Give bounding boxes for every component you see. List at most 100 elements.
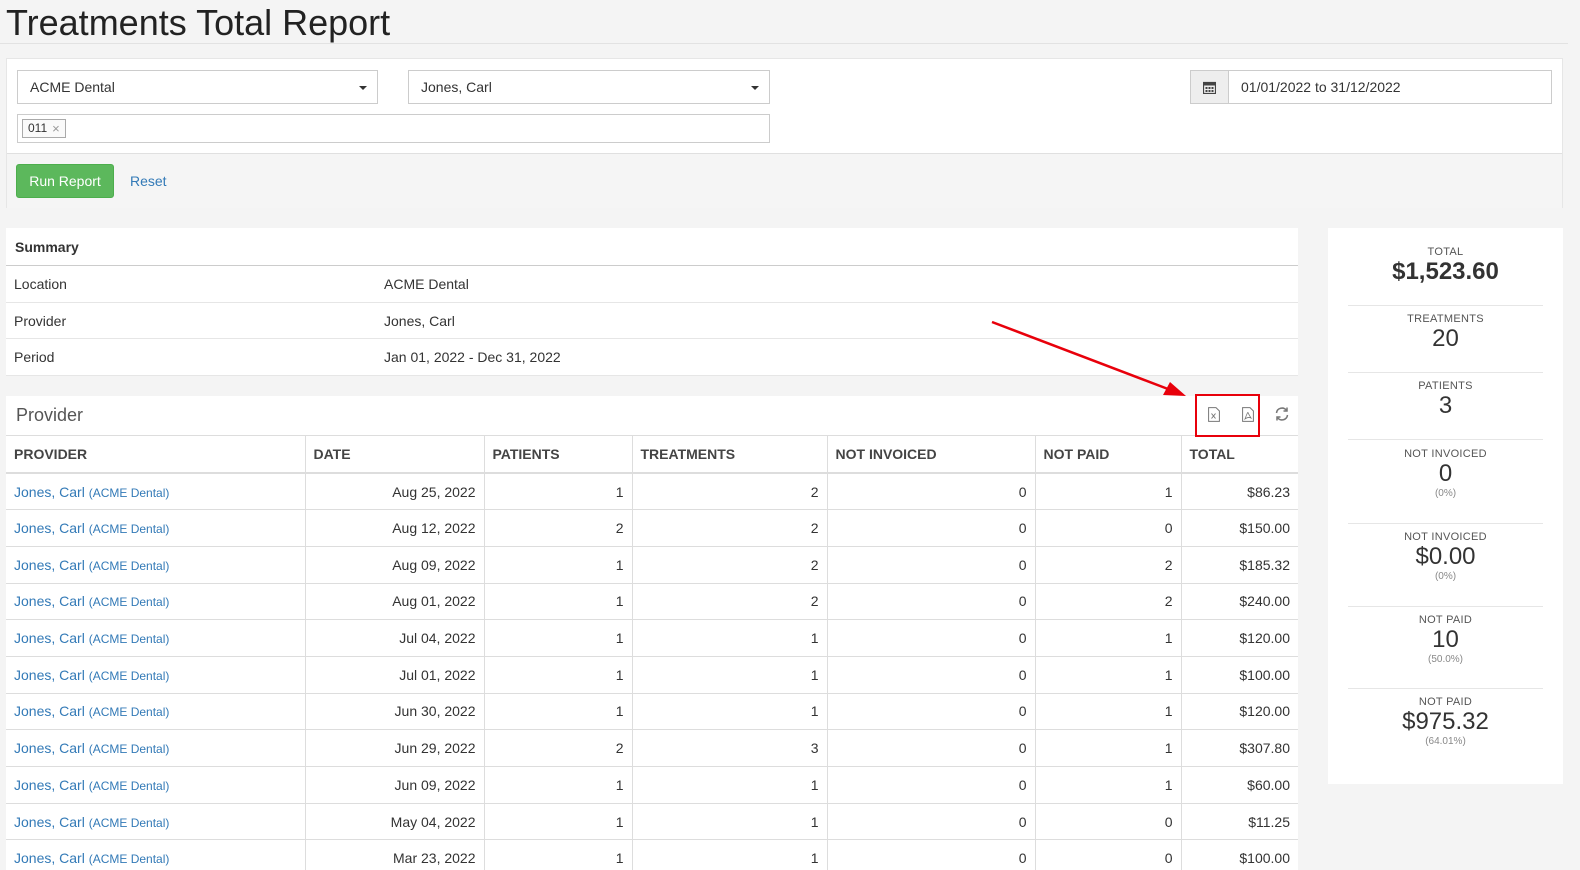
- summary-heading: Summary: [6, 228, 1298, 266]
- date-range-value: 01/01/2022 to 31/12/2022: [1241, 79, 1401, 95]
- provider-link[interactable]: Jones, Carl (ACME Dental): [14, 814, 169, 830]
- not-invoiced-cell: 0: [827, 473, 1036, 511]
- provider-link[interactable]: Jones, Carl (ACME Dental): [14, 484, 169, 500]
- close-icon[interactable]: ×: [52, 120, 60, 137]
- provider-cell: Jones, Carl (ACME Dental): [6, 729, 306, 767]
- provider-cell: Jones, Carl (ACME Dental): [6, 619, 306, 657]
- not-paid-cell: 1: [1035, 766, 1182, 804]
- location-select-value: ACME Dental: [30, 79, 115, 95]
- provider-link[interactable]: Jones, Carl (ACME Dental): [14, 520, 169, 536]
- column-header[interactable]: NOT PAID: [1035, 436, 1182, 474]
- column-header[interactable]: PROVIDER: [6, 436, 306, 474]
- not-invoiced-cell: 0: [827, 803, 1036, 841]
- stat-value: 20: [1432, 325, 1459, 352]
- patients-cell: 1: [484, 473, 633, 511]
- stat-block: TOTAL $1,523.60: [1348, 246, 1543, 306]
- total-cell: $100.00: [1181, 656, 1298, 694]
- table-row: Jones, Carl (ACME Dental) Jun 09, 2022 1…: [6, 766, 1298, 804]
- provider-link[interactable]: Jones, Carl (ACME Dental): [14, 557, 169, 573]
- stat-block: NOT INVOICED $0.00 (0%): [1348, 531, 1543, 607]
- summary-row: Period Jan 01, 2022 - Dec 31, 2022: [6, 339, 1298, 377]
- provider-name: Jones, Carl: [14, 740, 85, 757]
- summary-value: Jones, Carl: [384, 312, 455, 329]
- not-invoiced-cell: 0: [827, 766, 1036, 804]
- provider-cell: Jones, Carl (ACME Dental): [6, 803, 306, 841]
- patients-cell: 1: [484, 546, 633, 584]
- total-cell: $307.80: [1181, 729, 1298, 767]
- total-cell: $11.25: [1181, 803, 1298, 841]
- date-cell: Jul 01, 2022: [305, 656, 485, 694]
- tag-chip: 011 ×: [22, 119, 66, 138]
- location-select[interactable]: ACME Dental: [17, 70, 378, 104]
- provider-table: PROVIDER DATE PATIENTS TREATMENTS NOT INVOIC…: [6, 436, 1298, 870]
- not-paid-cell: 0: [1035, 509, 1182, 547]
- column-header[interactable]: PATIENTS: [484, 436, 633, 474]
- provider-cell: Jones, Carl (ACME Dental): [6, 473, 306, 511]
- stats-panel: TOTAL $1,523.60 TREATMENTS 20 PATIENTS 3…: [1328, 228, 1563, 784]
- table-row: Jones, Carl (ACME Dental) Jun 29, 2022 2…: [6, 729, 1298, 767]
- tag-input[interactable]: 011 ×: [17, 114, 770, 143]
- provider-select[interactable]: Jones, Carl: [408, 70, 770, 104]
- provider-location: (ACME Dental): [88, 742, 170, 757]
- run-report-button[interactable]: Run Report: [16, 164, 114, 198]
- table-row: Jones, Carl (ACME Dental) Jul 04, 2022 1…: [6, 619, 1298, 657]
- treatments-cell: 3: [632, 729, 828, 767]
- not-invoiced-cell: 0: [827, 729, 1036, 767]
- column-header[interactable]: TOTAL: [1181, 436, 1298, 474]
- stat-block: NOT PAID 10 (50.0%): [1348, 614, 1543, 689]
- column-header[interactable]: DATE: [305, 436, 485, 474]
- provider-name: Jones, Carl: [14, 630, 85, 647]
- summary-value: Jan 01, 2022 - Dec 31, 2022: [384, 349, 561, 366]
- provider-location: (ACME Dental): [88, 632, 170, 647]
- provider-link[interactable]: Jones, Carl (ACME Dental): [14, 630, 169, 646]
- stat-label: NOT INVOICED: [1404, 531, 1487, 543]
- provider-link[interactable]: Jones, Carl (ACME Dental): [14, 777, 169, 793]
- refresh-icon[interactable]: [1272, 403, 1292, 425]
- not-paid-cell: 0: [1035, 839, 1182, 870]
- provider-name: Jones, Carl: [14, 813, 85, 830]
- stat-label: NOT PAID: [1418, 614, 1473, 626]
- column-header[interactable]: TREATMENTS: [632, 436, 828, 474]
- treatments-cell: 2: [632, 546, 828, 584]
- total-cell: $60.00: [1181, 766, 1298, 804]
- patients-cell: 1: [484, 656, 633, 694]
- table-row: Jones, Carl (ACME Dental) Aug 09, 2022 1…: [6, 546, 1298, 584]
- stat-block: PATIENTS 3: [1348, 380, 1543, 440]
- total-cell: $120.00: [1181, 693, 1298, 731]
- date-range-picker[interactable]: 01/01/2022 to 31/12/2022: [1190, 70, 1552, 104]
- provider-location: (ACME Dental): [88, 852, 170, 867]
- provider-cell: Jones, Carl (ACME Dental): [6, 509, 306, 547]
- provider-link[interactable]: Jones, Carl (ACME Dental): [14, 703, 169, 719]
- treatments-cell: 2: [632, 473, 828, 511]
- summary-key: Location: [14, 275, 67, 292]
- column-header[interactable]: NOT INVOICED: [827, 436, 1036, 474]
- provider-panel-header: Provider: [6, 396, 1298, 436]
- patients-cell: 1: [484, 839, 633, 870]
- treatments-cell: 1: [632, 766, 828, 804]
- provider-cell: Jones, Carl (ACME Dental): [6, 583, 306, 621]
- treatments-cell: 2: [632, 583, 828, 621]
- date-cell: Aug 01, 2022: [305, 583, 485, 621]
- treatments-cell: 1: [632, 693, 828, 731]
- reset-link[interactable]: Reset: [130, 173, 167, 189]
- stat-percent: (0%): [1434, 488, 1457, 499]
- calendar-icon[interactable]: [1191, 71, 1229, 103]
- filter-footer: Run Report Reset: [7, 153, 1562, 208]
- not-paid-cell: 1: [1035, 729, 1182, 767]
- treatments-cell: 1: [632, 656, 828, 694]
- stat-label: TOTAL: [1427, 246, 1464, 258]
- summary-row: Provider Jones, Carl: [6, 303, 1298, 340]
- date-cell: May 04, 2022: [305, 803, 485, 841]
- total-cell: $100.00: [1181, 839, 1298, 870]
- provider-link[interactable]: Jones, Carl (ACME Dental): [14, 667, 169, 683]
- provider-name: Jones, Carl: [14, 666, 85, 683]
- provider-location: (ACME Dental): [88, 522, 170, 537]
- summary-row: Location ACME Dental: [6, 266, 1298, 303]
- date-cell: Aug 12, 2022: [305, 509, 485, 547]
- provider-panel-title: Provider: [16, 405, 84, 425]
- provider-link[interactable]: Jones, Carl (ACME Dental): [14, 850, 169, 866]
- summary-key: Provider: [14, 312, 67, 329]
- provider-link[interactable]: Jones, Carl (ACME Dental): [14, 593, 169, 609]
- provider-link[interactable]: Jones, Carl (ACME Dental): [14, 740, 169, 756]
- date-cell: Jun 29, 2022: [305, 729, 485, 767]
